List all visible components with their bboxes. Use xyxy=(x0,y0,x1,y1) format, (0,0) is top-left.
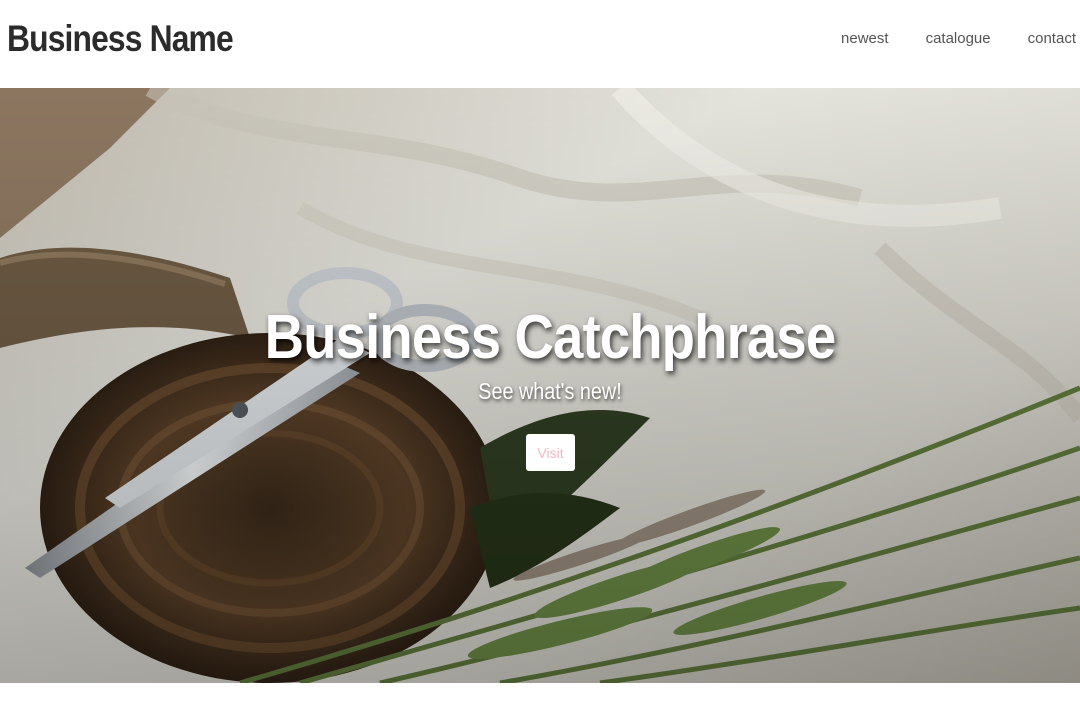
page-bottom-area xyxy=(0,683,1080,720)
site-header: Business Name newest catalogue contact xyxy=(0,0,1080,88)
hero-catchphrase: Business Catchphrase xyxy=(264,303,837,372)
hero-subtitle: See what's new! xyxy=(478,378,622,404)
main-nav: newest catalogue contact xyxy=(841,30,1076,47)
nav-link-catalogue[interactable]: catalogue xyxy=(926,30,991,47)
hero-content: Business Catchphrase See what's new! Vis… xyxy=(0,88,1080,683)
nav-link-contact[interactable]: contact xyxy=(1028,30,1076,47)
nav-link-newest[interactable]: newest xyxy=(841,30,889,47)
brand-name[interactable]: Business Name xyxy=(7,18,234,60)
visit-button[interactable]: Visit xyxy=(526,434,575,471)
hero-section: Business Catchphrase See what's new! Vis… xyxy=(0,88,1080,683)
